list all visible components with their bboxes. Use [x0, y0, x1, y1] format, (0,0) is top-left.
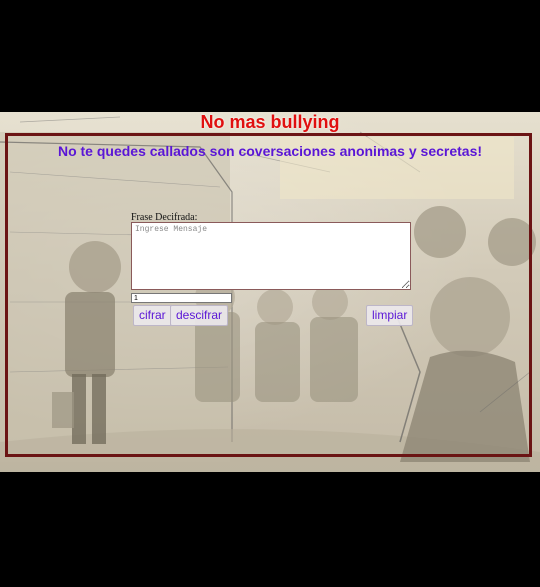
encrypt-button[interactable]: cifrar — [133, 305, 172, 326]
key-input[interactable] — [131, 293, 232, 303]
message-textarea[interactable] — [131, 222, 411, 290]
page-title: No mas bullying — [200, 112, 340, 132]
decrypt-button[interactable]: descifrar — [170, 305, 229, 326]
page-subtitle: No te quedes callados son coversaciones … — [57, 143, 483, 159]
clear-button[interactable]: limpiar — [366, 305, 414, 326]
